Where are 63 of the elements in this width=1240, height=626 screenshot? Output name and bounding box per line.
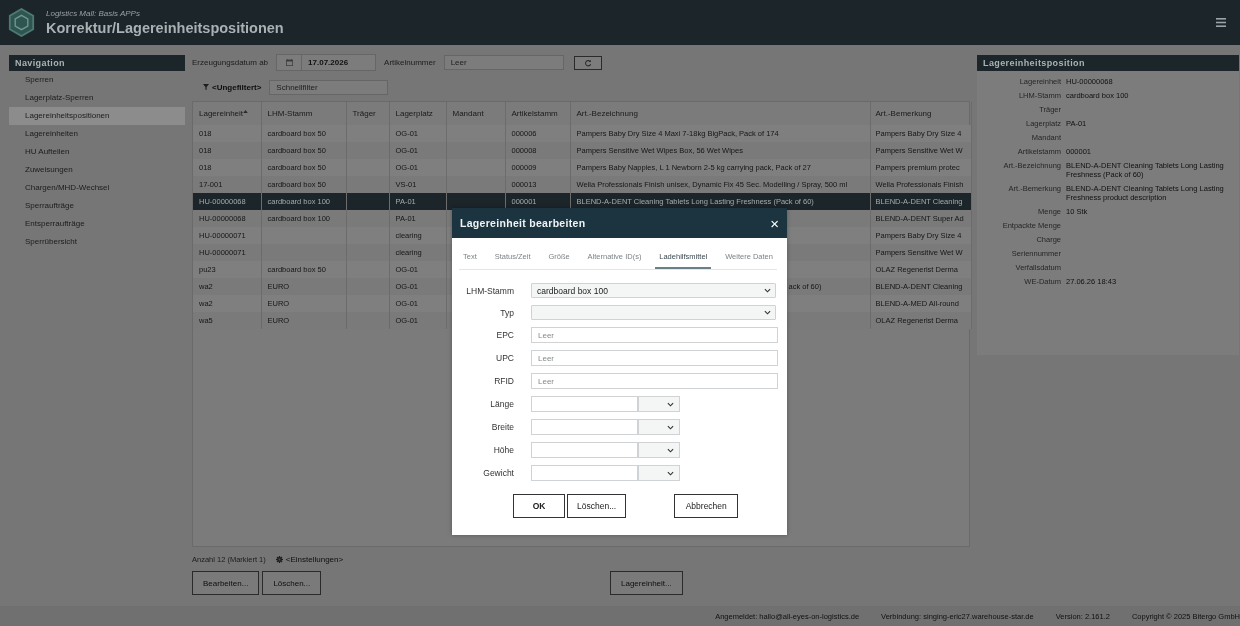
dialog-button[interactable]: Abbrechen xyxy=(674,494,739,518)
refresh-button[interactable] xyxy=(573,55,602,70)
field-label: Breite xyxy=(490,422,514,432)
action-button[interactable]: Bearbeiten... xyxy=(192,571,260,595)
dialog-button[interactable]: Löschen... xyxy=(567,494,627,518)
quick-filter-field[interactable]: Schnellfilter xyxy=(269,79,389,95)
panel-header: Lagereinheitsposition xyxy=(977,55,1239,71)
settings-icon xyxy=(275,555,283,563)
dialog-title: Lagereinheit bearbeiten xyxy=(460,217,586,229)
field-label: Höhe xyxy=(492,445,514,455)
unit-dropdown[interactable] xyxy=(638,419,680,435)
calendar-icon[interactable] xyxy=(285,59,293,66)
chevron-down-icon xyxy=(667,470,674,476)
unit-dropdown[interactable] xyxy=(638,396,680,412)
nav-item[interactable]: Sperrübersicht xyxy=(9,233,185,251)
nav-item[interactable]: Entsperraufträge xyxy=(9,215,185,233)
field-label: Länge xyxy=(489,399,514,409)
action-button[interactable]: Löschen... xyxy=(262,571,322,595)
panel-header: Navigation xyxy=(9,55,185,71)
filter-icon xyxy=(203,84,209,90)
settings-link[interactable]: <Einstellungen> xyxy=(275,554,344,564)
date-field[interactable]: 17.07.2026 xyxy=(276,54,377,71)
hexagon-logo-icon xyxy=(8,8,35,37)
text-field[interactable]: Leer xyxy=(531,350,778,366)
chevron-down-icon xyxy=(667,424,674,430)
number-field[interactable] xyxy=(531,442,638,458)
field-label: EPC xyxy=(495,330,514,340)
chevron-down-icon xyxy=(764,288,771,293)
nav-item[interactable]: Chargen/MHD-Wechsel xyxy=(9,179,185,197)
app-subtitle: Logistics Mall: Basis APPs xyxy=(46,9,141,18)
nav-item[interactable]: HU Aufteilen xyxy=(9,143,185,161)
nav-item[interactable]: Sperren xyxy=(9,71,185,89)
field-label: Erzeugungsdatum ab xyxy=(192,58,269,67)
sort-arrow-icon xyxy=(243,110,249,113)
dialog-button[interactable]: OK xyxy=(513,494,565,518)
field-label: UPC xyxy=(495,353,514,363)
text-field[interactable]: Leer xyxy=(531,327,778,343)
field-label: LHM-Stamm xyxy=(465,285,514,296)
filter-button[interactable]: <Ungefiltert> xyxy=(203,82,262,92)
number-field[interactable] xyxy=(531,465,638,481)
menu-icon[interactable] xyxy=(1216,18,1226,27)
field-label: RFID xyxy=(493,376,514,386)
action-button[interactable]: Lagereinheit... xyxy=(610,571,683,595)
number-field[interactable] xyxy=(531,396,638,412)
chevron-down-icon xyxy=(764,310,771,315)
chevron-down-icon xyxy=(667,401,674,407)
text-field[interactable]: Leer xyxy=(531,373,778,389)
nav-item[interactable]: Zuweisungen xyxy=(9,161,185,179)
chevron-down-icon xyxy=(667,447,674,453)
field-label: Gewicht xyxy=(482,468,514,478)
nav-item[interactable]: Lagereinheitspositionen xyxy=(9,107,185,125)
dropdown[interactable]: cardboard box 100 xyxy=(531,283,776,298)
refresh-icon xyxy=(583,58,592,67)
page-title: Korrektur/Lagereinheitspositionen xyxy=(46,20,285,36)
nav-item[interactable]: Lagerplatz-Sperren xyxy=(9,89,185,107)
field-label: Artikelnummer xyxy=(384,58,436,67)
unit-dropdown[interactable] xyxy=(638,442,680,458)
dropdown[interactable] xyxy=(531,305,776,320)
unit-dropdown[interactable] xyxy=(638,465,680,481)
nav-item[interactable]: Lagereinheiten xyxy=(9,125,185,143)
nav-item[interactable]: Sperraufträge xyxy=(9,197,185,215)
article-number-field[interactable]: Leer xyxy=(443,55,564,70)
number-field[interactable] xyxy=(531,419,638,435)
